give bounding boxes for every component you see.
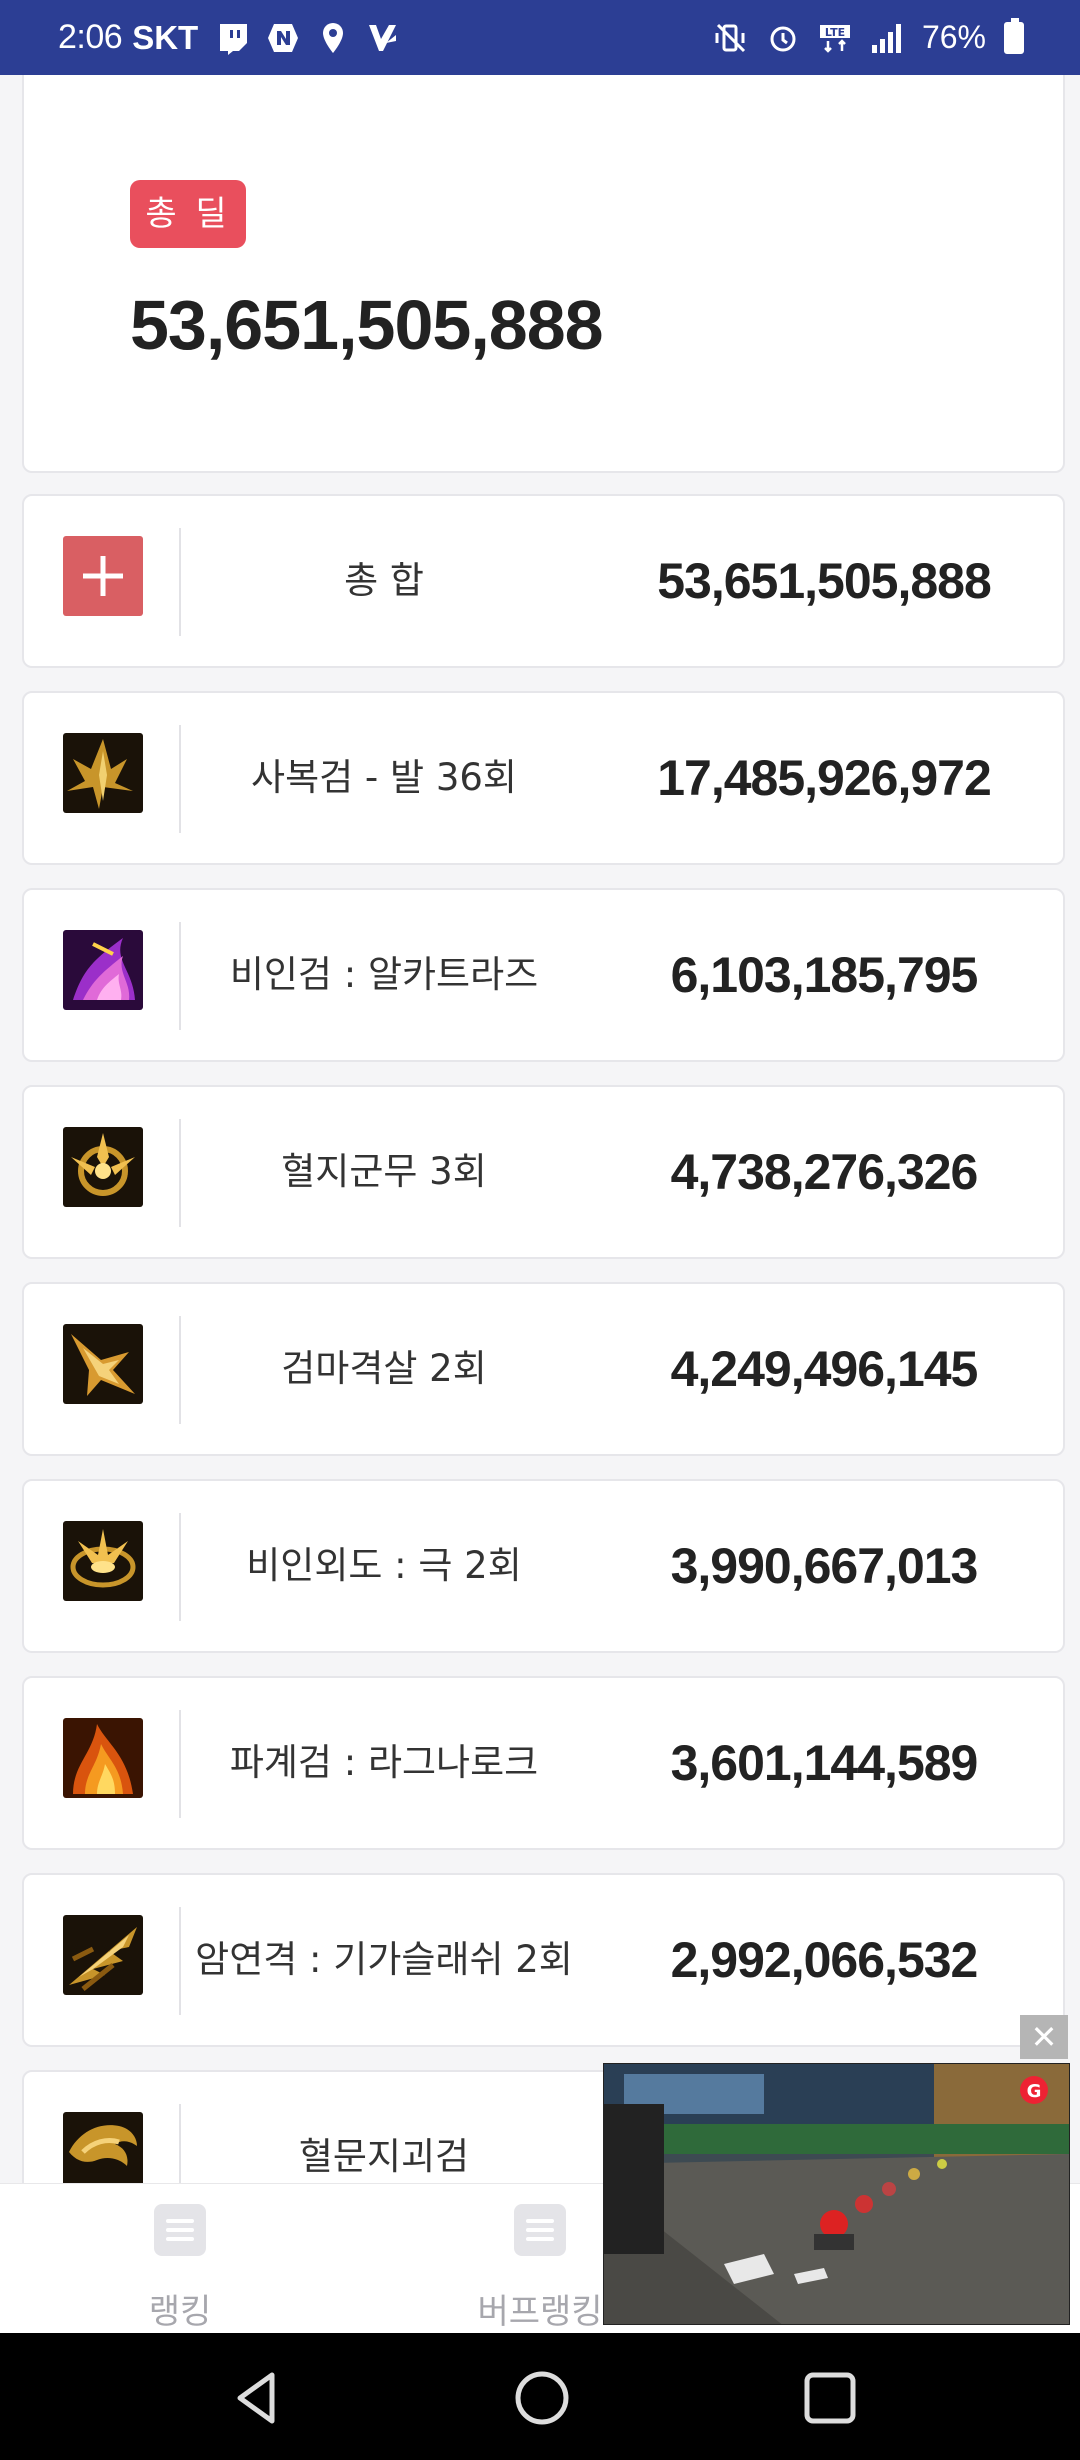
skill-name: 검마격살 2회 [281,1347,487,1390]
damage-row[interactable]: 혈지군무 3회 4,738,276,326 [22,1085,1065,1259]
damage-row[interactable]: 비인외도 : 극 2회 3,990,667,013 [22,1479,1065,1653]
skill-damage: 4,738,276,326 [670,1144,979,1200]
status-carrier: SKT [132,18,199,56]
status-right-icons: LTE 76% [714,17,1024,56]
row-divider [179,1907,181,2015]
damage-row[interactable]: 파계검 : 라그나로크 3,601,144,589 [22,1676,1065,1850]
skill-icon-gold-dragon [63,2112,143,2183]
video-ad-player[interactable]: G [603,2063,1070,2325]
notification-icons [216,21,400,55]
skill-damage: 3,601,144,589 [670,1735,979,1791]
home-icon[interactable] [507,2363,577,2433]
recents-icon[interactable] [795,2363,865,2433]
plus-icon [63,536,143,616]
alarm-icon [766,21,800,55]
status-bar: 2:06 SKT LTE 76% [0,0,1080,75]
damage-row[interactable]: 검마격살 2회 4,249,496,145 [22,1282,1065,1456]
skill-name: 혈문지괴검 [298,2135,470,2178]
damage-row[interactable]: 암연격 : 기가슬래쉬 2회 2,992,066,532 [22,1873,1065,2047]
row-divider [179,725,181,833]
naver-icon [266,21,300,55]
signal-icon [870,21,904,55]
total-damage-card: 총 딜 53,651,505,888 [22,75,1065,473]
skill-damage: 53,651,505,888 [657,553,992,609]
list-icon [154,2204,206,2256]
video-close-button[interactable]: ✕ [1020,2015,1068,2059]
skill-icon-gold-sword [63,733,143,813]
damage-row[interactable]: 사복검 - 발 36회 17,485,926,972 [22,691,1065,865]
row-divider [179,1513,181,1621]
system-navigation-bar [0,2333,1080,2460]
skill-name: 혈지군무 3회 [281,1150,487,1193]
skill-damage: 3,990,667,013 [670,1538,979,1594]
row-divider [179,1119,181,1227]
back-icon[interactable] [222,2363,292,2433]
skill-icon-gold-wing [63,1324,143,1404]
row-divider [179,1710,181,1818]
skill-icon-orange-fire [63,1718,143,1798]
skill-name: 암연격 : 기가슬래쉬 2회 [195,1938,573,1981]
skill-name: 총 합 [344,559,424,602]
mute-vibrate-icon [714,21,748,55]
damage-list[interactable]: 총 딜 53,651,505,888 총 합 53,651,505,888 사복… [0,75,1080,2183]
total-damage-badge: 총 딜 [130,180,246,248]
svg-text:LTE: LTE [825,26,845,39]
skill-icon-gold-burst [63,1127,143,1207]
lte-icon: LTE [818,21,852,55]
list-icon [514,2204,566,2256]
skill-name: 비인검 : 알카트라즈 [229,953,539,996]
damage-row[interactable]: 비인검 : 알카트라즈 6,103,185,795 [22,888,1065,1062]
total-damage-value: 53,651,505,888 [130,286,604,364]
skill-damage: 2,992,066,532 [670,1932,979,1988]
skill-name: 사복검 - 발 36회 [251,756,517,799]
skill-damage: 17,485,926,972 [657,750,992,806]
location-icon [316,21,350,55]
skill-damage: 4,249,496,145 [670,1341,979,1397]
skill-name: 파계검 : 라그나로크 [229,1741,539,1784]
nav-item-ranking[interactable]: 랭킹 [30,2184,330,2334]
skill-icon-gold-slash [63,1915,143,1995]
battery-percent: 76% [921,19,986,55]
twitch-icon [216,21,250,55]
row-divider [179,1316,181,1424]
v-app-icon [366,21,400,55]
status-time: 2:06 [58,18,123,56]
skill-name: 비인외도 : 극 2회 [246,1544,522,1587]
nav-label: 랭킹 [148,2292,212,2332]
skill-icon-gold-shock [63,1521,143,1601]
row-divider [179,528,181,636]
row-divider [179,922,181,1030]
battery-icon [1004,17,1024,54]
skill-icon-purple-flame [63,930,143,1010]
video-thumbnail: G [604,2064,1069,2324]
row-divider [179,2104,181,2183]
damage-row-total[interactable]: 총 합 53,651,505,888 [22,494,1065,668]
skill-damage: 6,103,185,795 [670,947,979,1003]
video-badge: G [1027,2081,1042,2102]
